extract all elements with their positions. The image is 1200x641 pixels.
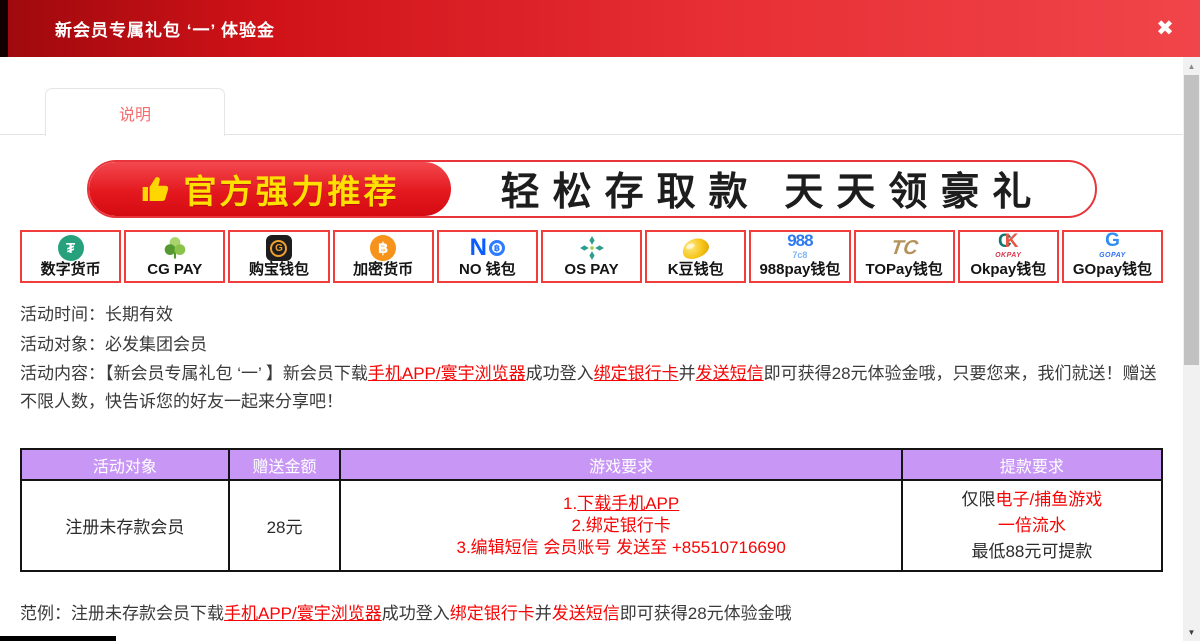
text-segment: 即可获得28元体验金哦 bbox=[620, 604, 792, 623]
payment-label: TOPay钱包 bbox=[865, 262, 942, 278]
payment-methods-row: ₮ 数字货币 CG PAY G 购宝钱 bbox=[20, 230, 1163, 283]
payment-label: Okpay钱包 bbox=[970, 262, 1046, 278]
text-segment: 仅限 bbox=[962, 490, 996, 509]
close-button[interactable]: ✖ bbox=[1148, 0, 1182, 57]
text-segment: 发送短信 bbox=[552, 604, 620, 623]
text-segment: 3.编辑短信 会员账号 发送至 +85510716690 bbox=[457, 538, 786, 557]
text-segment: 一倍流水 bbox=[998, 516, 1066, 535]
payment-digital-currency: ₮ 数字货币 bbox=[20, 230, 121, 283]
payment-crypto: ฿ 加密货币 bbox=[333, 230, 434, 283]
text-segment: 范例：注册未存款会员下载 bbox=[20, 604, 224, 623]
goubao-icon: G bbox=[266, 234, 292, 262]
gold-bean-icon bbox=[682, 234, 709, 262]
payment-label: 988pay钱包 bbox=[759, 262, 840, 278]
header-activity-target: 活动对象 bbox=[21, 449, 229, 480]
text-segment: 并 bbox=[679, 364, 696, 383]
header-withdraw-requirement: 提款要求 bbox=[902, 449, 1162, 480]
promo-banner: 官方强力推荐 轻松存取款 天天领豪礼 bbox=[87, 160, 1097, 218]
payment-topay: TC TOPay钱包 bbox=[854, 230, 955, 283]
banner-headline-wrap: 轻松存取款 天天领豪礼 bbox=[451, 162, 1095, 216]
link-text[interactable]: 发送短信 bbox=[696, 364, 764, 383]
text-segment: 活动内容：【新会员专属礼包 ‘一’ 】新会员下载 bbox=[20, 364, 368, 383]
tab-bar: 说明 bbox=[0, 88, 1183, 135]
table-header-row: 活动对象 赠送金额 游戏要求 提款要求 bbox=[21, 449, 1162, 480]
thumbs-up-icon bbox=[140, 173, 172, 205]
withdraw-req-line: 一倍流水 bbox=[903, 513, 1161, 539]
scrollbar-up-arrow[interactable]: ▲ bbox=[1183, 58, 1200, 74]
link-text[interactable]: 下载手机APP bbox=[577, 494, 679, 513]
modal-title: 新会员专属礼包 ‘一’ 体验金 bbox=[0, 16, 275, 41]
tab-description[interactable]: 说明 bbox=[45, 88, 225, 136]
page-scrollbar[interactable]: ▲ ▼ bbox=[1183, 57, 1200, 641]
payment-label: 加密货币 bbox=[353, 262, 413, 278]
table-row: 注册未存款会员 28元 1.下载手机APP 2.绑定银行卡 3.编辑短信 会员账… bbox=[21, 480, 1162, 571]
text-segment: 电子/捕鱼游戏 bbox=[996, 490, 1103, 509]
payment-no-wallet: N ฿ NO 钱包 bbox=[437, 230, 538, 283]
payment-okpay: CK OKPAY Okpay钱包 bbox=[958, 230, 1059, 283]
header-game-requirement: 游戏要求 bbox=[340, 449, 901, 480]
withdraw-req-line: 仅限电子/捕鱼游戏 bbox=[903, 487, 1161, 513]
text-segment: 最低88元可提款 bbox=[971, 542, 1092, 561]
payment-label: K豆钱包 bbox=[668, 262, 724, 278]
payment-ospay: OS PAY bbox=[541, 230, 642, 283]
cell-target: 注册未存款会员 bbox=[21, 480, 229, 571]
text-segment: 绑定银行卡 bbox=[450, 604, 535, 623]
modal-content: 说明 官方强力推荐 轻松存取款 天天领豪礼 ₮ 数字货币 bbox=[0, 57, 1183, 641]
link-text[interactable]: 手机APP/寰宇浏览器 bbox=[224, 604, 382, 623]
cell-amount: 28元 bbox=[229, 480, 341, 571]
988pay-icon: 9887c8 bbox=[787, 233, 812, 262]
official-recommend-badge: 官方强力推荐 bbox=[89, 162, 451, 216]
header-bonus-amount: 赠送金额 bbox=[229, 449, 341, 480]
clover-icon bbox=[162, 234, 188, 262]
backdrop-sliver bbox=[0, 0, 8, 57]
activity-target: 活动对象：必发集团会员 bbox=[20, 330, 1163, 360]
withdraw-req-line: 最低88元可提款 bbox=[903, 539, 1161, 565]
payment-label: OS PAY bbox=[564, 262, 618, 278]
bitcoin-icon: ฿ bbox=[370, 234, 396, 262]
close-icon: ✖ bbox=[1156, 16, 1174, 41]
modal-header: 新会员专属礼包 ‘一’ 体验金 ✖ bbox=[0, 0, 1200, 57]
payment-gopay: G GOPAY GOpay钱包 bbox=[1062, 230, 1163, 283]
activity-time: 活动时间：长期有效 bbox=[20, 300, 1163, 330]
example-line: 范例：注册未存款会员下载手机APP/寰宇浏览器成功登入绑定银行卡并发送短信即可获… bbox=[20, 602, 1163, 626]
payment-label: GOpay钱包 bbox=[1073, 262, 1152, 278]
activity-info: 活动时间：长期有效 活动对象：必发集团会员 活动内容：【新会员专属礼包 ‘一’ … bbox=[20, 300, 1163, 416]
promo-modal: 新会员专属礼包 ‘一’ 体验金 ✖ 说明 官方强力推荐 轻松存取款 天天领豪礼 bbox=[0, 0, 1200, 641]
backdrop-band bbox=[0, 636, 116, 641]
cell-game-requirements: 1.下载手机APP 2.绑定银行卡 3.编辑短信 会员账号 发送至 +85510… bbox=[340, 480, 901, 571]
activity-content: 活动内容：【新会员专属礼包 ‘一’ 】新会员下载手机APP/寰宇浏览器成功登入绑… bbox=[20, 360, 1163, 416]
link-text[interactable]: 绑定银行卡 bbox=[594, 364, 679, 383]
text-segment: 2.绑定银行卡 bbox=[572, 516, 671, 535]
tab-label: 说明 bbox=[119, 101, 151, 125]
banner-headline: 轻松存取款 天天领豪礼 bbox=[501, 161, 1045, 217]
link-text[interactable]: 手机APP bbox=[368, 364, 436, 383]
cell-withdraw-requirements: 仅限电子/捕鱼游戏 一倍流水 最低88元可提款 bbox=[902, 480, 1162, 571]
payment-label: CG PAY bbox=[147, 262, 202, 278]
payment-988pay: 9887c8 988pay钱包 bbox=[749, 230, 850, 283]
text-segment: 并 bbox=[535, 604, 552, 623]
payment-cgpay: CG PAY bbox=[124, 230, 225, 283]
payment-label: NO 钱包 bbox=[459, 262, 516, 278]
game-req-line: 1.下载手机APP bbox=[341, 493, 900, 515]
gopay-icon: G GOPAY bbox=[1099, 233, 1126, 262]
game-req-line: 3.编辑短信 会员账号 发送至 +85510716690 bbox=[341, 537, 900, 559]
requirements-table: 活动对象 赠送金额 游戏要求 提款要求 注册未存款会员 28元 1.下载手机AP… bbox=[20, 448, 1163, 572]
game-req-line: 2.绑定银行卡 bbox=[341, 515, 900, 537]
text-segment: 1. bbox=[563, 494, 577, 513]
payment-label: 购宝钱包 bbox=[249, 262, 309, 278]
payment-goubao: G 购宝钱包 bbox=[228, 230, 329, 283]
scrollbar-down-arrow[interactable]: ▼ bbox=[1183, 624, 1200, 640]
topay-icon: TC bbox=[891, 234, 918, 262]
payment-kdou: K豆钱包 bbox=[645, 230, 746, 283]
no-wallet-icon: N ฿ bbox=[470, 234, 505, 262]
text-segment: 成功登入 bbox=[382, 604, 450, 623]
payment-label: 数字货币 bbox=[41, 262, 101, 278]
okpay-icon: CK OKPAY bbox=[995, 234, 1021, 262]
tether-icon: ₮ bbox=[58, 234, 84, 262]
scrollbar-thumb[interactable] bbox=[1184, 75, 1199, 365]
link-text[interactable]: 寰宇浏览器 bbox=[441, 364, 526, 383]
compass-sparkle-icon bbox=[579, 234, 605, 262]
text-segment: 成功登入 bbox=[526, 364, 594, 383]
badge-text: 官方强力推荐 bbox=[184, 165, 400, 213]
